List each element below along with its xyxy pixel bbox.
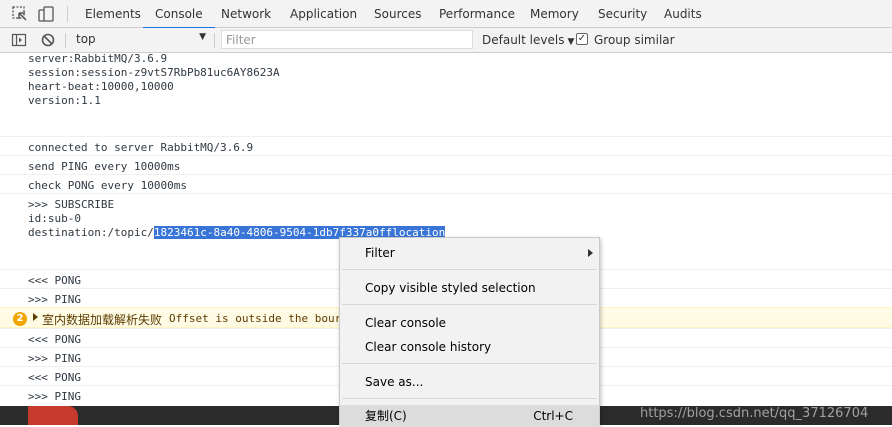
menu-divider (342, 269, 597, 270)
tab-elements[interactable]: Elements (85, 0, 141, 28)
warning-detail: Offset is outside the bour (169, 312, 342, 325)
warning-text: 室内数据加载解析失败 (42, 313, 163, 327)
console-line: >>> SUBSCRIBE (28, 198, 115, 211)
console-line: <<< PONG (28, 274, 81, 287)
menu-item-shortcut: Ctrl+C (533, 409, 573, 423)
menu-item-filter[interactable]: Filter (340, 242, 599, 264)
tab-sources[interactable]: Sources (374, 0, 421, 28)
menu-divider (342, 304, 597, 305)
inspect-element-icon[interactable] (11, 5, 29, 23)
destination-prefix: destination:/topic/ (28, 226, 154, 239)
console-line: >>> PING (28, 352, 81, 365)
console-line: id:sub-0 (28, 212, 81, 225)
console-line: heart-beat:10000,10000 (28, 80, 174, 93)
tab-application[interactable]: Application (290, 0, 357, 28)
console-message: send PING every 10000ms (0, 155, 892, 174)
console-line: <<< PONG (28, 371, 81, 384)
menu-item-label: Clear console history (365, 340, 492, 354)
menu-divider (342, 363, 597, 364)
log-levels-label: Default levels (482, 33, 565, 47)
sidebar-toggle-icon[interactable] (11, 32, 27, 48)
tab-performance[interactable]: Performance (439, 0, 515, 28)
menu-item-copy-styled-selection[interactable]: Copy visible styled selection (340, 277, 599, 299)
console-line: >>> PING (28, 390, 81, 403)
console-line: >>> PING (28, 293, 81, 306)
chevron-down-icon: ▼ (199, 32, 206, 42)
execution-context-value: top (76, 32, 96, 46)
expand-triangle-icon[interactable] (33, 313, 38, 321)
menu-item-clear-console-history[interactable]: Clear console history (340, 336, 599, 358)
chevron-down-icon: ▼ (567, 37, 575, 47)
menu-item-label: 复制(C) (365, 409, 407, 423)
execution-context-select[interactable]: top ▼ (68, 31, 208, 49)
app-thumbnail (28, 406, 78, 425)
tab-audits[interactable]: Audits (664, 0, 702, 28)
menu-item-label: Clear console (365, 316, 447, 330)
watermark: https://blog.csdn.net/qq_37126704 (640, 406, 869, 421)
console-line: connected to server RabbitMQ/3.6.9 (28, 141, 254, 154)
console-line: send PING every 10000ms (28, 160, 181, 173)
group-similar-checkbox[interactable]: ✓ (576, 33, 588, 45)
menu-item-copy[interactable]: 复制(C) Ctrl+C (340, 405, 599, 427)
console-line: check PONG every 10000ms (28, 179, 187, 192)
repeat-count-badge: 2 (13, 312, 27, 326)
submenu-arrow-icon (588, 249, 593, 257)
console-line: session:session-z9vtS7RbPb81uc6AY8623A (28, 66, 280, 79)
console-message: server:RabbitMQ/3.6.9 session:session-z9… (0, 53, 892, 136)
console-line: <<< PONG (28, 333, 81, 346)
console-filter-input[interactable] (221, 30, 473, 49)
menu-item-save-as[interactable]: Save as... (340, 371, 599, 393)
log-levels-dropdown[interactable]: Default levels ▼ (482, 33, 574, 47)
tab-console[interactable]: Console (143, 0, 215, 29)
menu-item-label: Save as... (365, 375, 424, 389)
toolbar-divider (67, 6, 68, 22)
console-line: version:1.1 (28, 94, 101, 107)
context-menu: Filter Copy visible styled selection Cle… (339, 237, 600, 427)
tab-memory[interactable]: Memory (530, 0, 579, 28)
toolbar-divider (65, 33, 66, 48)
console-message: connected to server RabbitMQ/3.6.9 (0, 136, 892, 155)
menu-divider (342, 398, 597, 399)
devtools-tab-bar: Elements Console Network Application Sou… (0, 0, 892, 29)
console-line: server:RabbitMQ/3.6.9 (28, 53, 168, 65)
tab-security[interactable]: Security (598, 0, 647, 28)
menu-item-clear-console[interactable]: Clear console (340, 312, 599, 334)
group-similar-label: Group similar (594, 33, 675, 47)
clear-console-icon[interactable] (40, 32, 56, 48)
device-toolbar-icon[interactable] (37, 5, 55, 23)
console-message: check PONG every 10000ms (0, 174, 892, 193)
tab-network[interactable]: Network (221, 0, 271, 28)
toolbar-divider (214, 33, 215, 48)
menu-item-label: Copy visible styled selection (365, 281, 536, 295)
menu-item-label: Filter (365, 246, 395, 260)
console-toolbar: top ▼ Default levels▼ ✓ Group similar (0, 28, 892, 53)
